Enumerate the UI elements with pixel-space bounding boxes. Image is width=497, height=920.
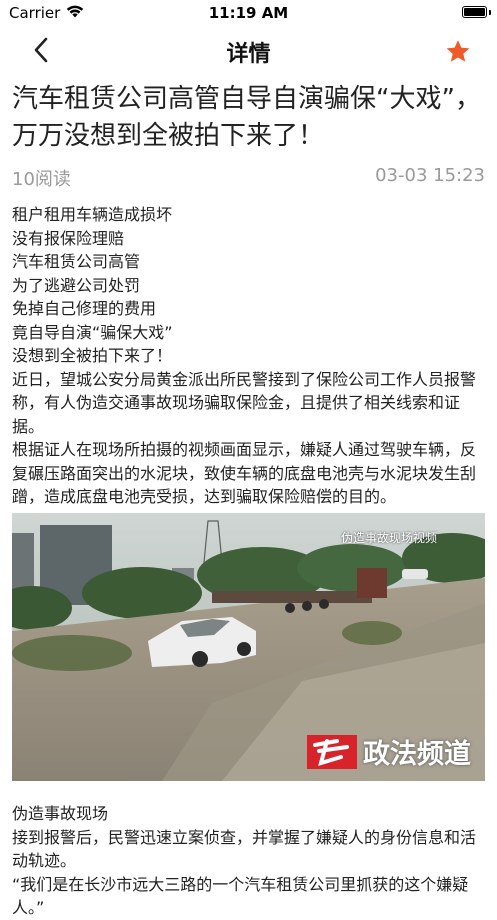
status-time: 11:19 AM [208, 4, 289, 22]
article-body: 租户租用车辆造成损坏 没有报保险理赔 汽车租赁公司高管 为了逃避公司处罚 免掉自… [12, 203, 487, 509]
star-icon [446, 40, 470, 62]
paragraph: 没想到全被拍下来了！ [12, 346, 173, 365]
battery-full-icon [462, 6, 487, 18]
paragraph: 近日，望城公安分局黄金派出所民警接到了保险公司工作人员报警称，有人伪造交通事故现… [12, 369, 477, 436]
publish-date: 03-03 15:23 [375, 165, 485, 186]
navigation-bar: 详情 [0, 26, 497, 74]
paragraph: 汽车租赁公司高管 [12, 252, 141, 271]
article-title: 汽车租赁公司高管自导自演骗保“大戏”，万万没想到全被拍下来了！ [12, 84, 481, 151]
paragraph: 租户租用车辆造成损坏 [12, 205, 173, 224]
channel-watermark: 政法频道 [307, 732, 471, 771]
article-image[interactable]: 伪造事故现场视频 政法频道 [12, 513, 485, 781]
paragraph: 根据证人在现场所拍摄的视频画面显示，嫌疑人通过驾驶车辆，反复碾压路面突出的水泥块… [12, 440, 477, 506]
paragraph: 免掉自己修理的费用 [12, 299, 157, 318]
article-meta: 10阅读 03-03 15:23 [12, 165, 485, 191]
page-title: 详情 [226, 42, 271, 67]
favorite-button[interactable] [445, 39, 471, 65]
paragraph: 接到报警后，民警迅速立案侦查，并掌握了嫌疑人的身份信息和活动轨迹。 [12, 827, 477, 871]
paragraph: 没有报保险理赔 [12, 228, 125, 248]
paragraph: “我们是在长沙市远大三路的一个汽车租赁公司里抓获的这个嫌疑人。” [12, 874, 469, 918]
paragraph: 伪造事故现场 [12, 804, 109, 823]
paragraph: 为了逃避公司处罚 [12, 275, 141, 295]
video-caption-overlay: 伪造事故现场视频 [340, 531, 437, 545]
status-bar: Carrier 11:19 AM [0, 0, 497, 26]
article-body-continued: 伪造事故现场 接到报警后，民警迅速立案侦查，并掌握了嫌疑人的身份信息和活动轨迹。… [12, 802, 487, 920]
battery-cap [489, 10, 491, 15]
channel-logo-icon [307, 734, 357, 769]
read-count: 10阅读 [12, 169, 71, 190]
channel-name: 政法频道 [363, 739, 471, 770]
paragraph: 竟自导自演“骗保大戏” [12, 322, 173, 342]
